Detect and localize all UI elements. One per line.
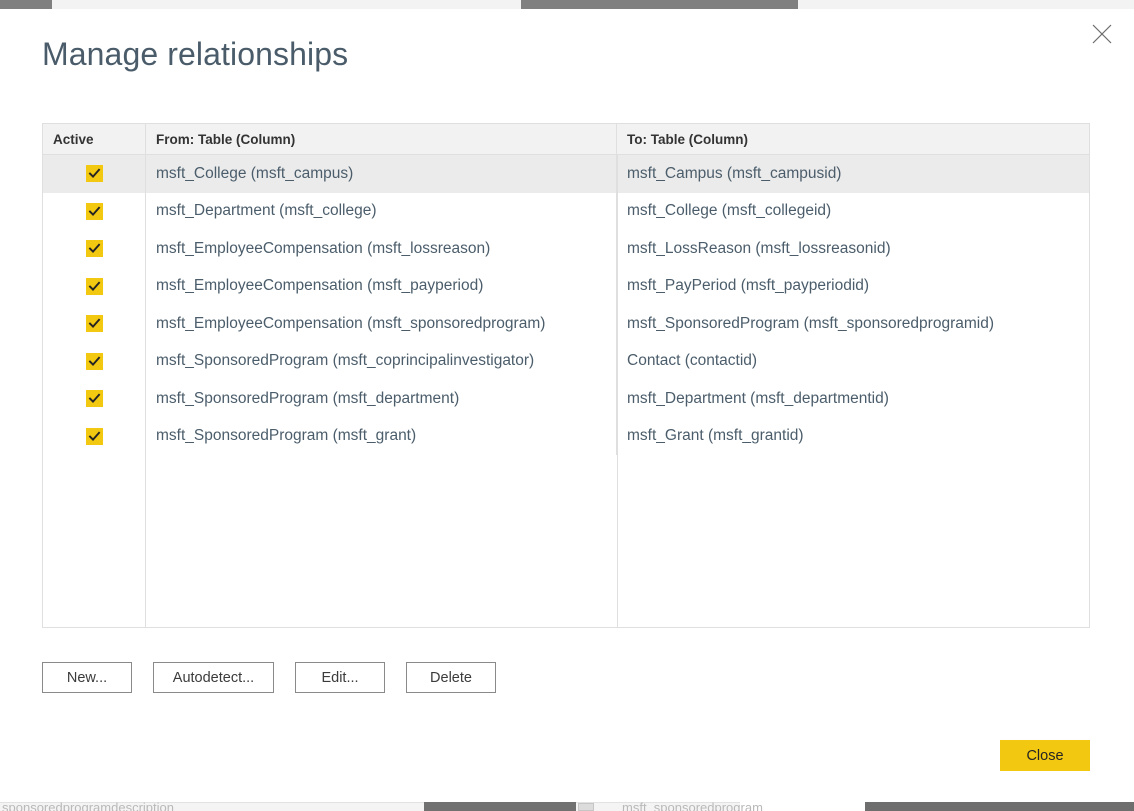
- delete-relationship-button[interactable]: Delete: [406, 662, 496, 693]
- close-button[interactable]: Close: [1000, 740, 1090, 771]
- from-table-column-cell: msft_Department (msft_college): [146, 192, 617, 230]
- to-table-column-cell: msft_SponsoredProgram (msft_sponsoredpro…: [627, 314, 994, 332]
- to-table-column-cell: msft_Department (msft_departmentid): [627, 389, 889, 407]
- column-header-from[interactable]: From: Table (Column): [146, 124, 617, 154]
- active-cell: [43, 192, 146, 230]
- background-app-top-strip: [0, 0, 1134, 9]
- background-chip: [424, 802, 576, 811]
- active-cell: [43, 305, 146, 343]
- active-checkbox[interactable]: [85, 277, 103, 295]
- table-row[interactable]: msft_SponsoredProgram (msft_coprincipali…: [43, 342, 1089, 380]
- active-checkbox[interactable]: [85, 315, 103, 333]
- from-table-column-cell: msft_SponsoredProgram (msft_coprincipali…: [146, 342, 617, 380]
- from-table-column-cell: msft_College (msft_campus): [146, 155, 617, 193]
- to-table-column-cell: Contact (contactid): [627, 352, 758, 370]
- from-table-column-cell: msft_EmployeeCompensation (msft_lossreas…: [146, 230, 617, 268]
- column-header-to[interactable]: To: Table (Column): [617, 124, 1089, 154]
- active-checkbox[interactable]: [85, 240, 103, 258]
- manage-relationships-dialog: Manage relationships Active From: Table …: [0, 9, 1134, 790]
- column-header-active[interactable]: Active: [43, 124, 146, 154]
- active-checkbox[interactable]: [85, 202, 103, 220]
- table-row[interactable]: msft_College (msft_campus) msft_Campus (…: [43, 155, 1089, 193]
- from-table-column-cell: msft_SponsoredProgram (msft_grant): [146, 417, 617, 455]
- from-table-column-cell: msft_EmployeeCompensation (msft_sponsore…: [146, 305, 617, 343]
- active-checkbox[interactable]: [85, 390, 103, 408]
- background-field-label-left: sponsoredprogramdescription: [2, 801, 174, 811]
- table-row[interactable]: msft_SponsoredProgram (msft_department) …: [43, 380, 1089, 418]
- background-app-bottom-strip: sponsoredprogramdescription msft_sponsor…: [0, 790, 1134, 811]
- table-row[interactable]: msft_EmployeeCompensation (msft_lossreas…: [43, 230, 1089, 268]
- background-field-label-right: msft_sponsoredprogram: [622, 801, 763, 811]
- active-cell: [43, 155, 146, 193]
- from-table-column-cell: msft_EmployeeCompensation (msft_payperio…: [146, 267, 617, 305]
- active-cell: [43, 380, 146, 418]
- grid-body: msft_College (msft_campus) msft_Campus (…: [43, 155, 1089, 627]
- new-relationship-button[interactable]: New...: [42, 662, 132, 693]
- table-row[interactable]: msft_EmployeeCompensation (msft_sponsore…: [43, 305, 1089, 343]
- active-cell: [43, 230, 146, 268]
- to-table-column-cell: msft_College (msft_collegeid): [627, 202, 832, 220]
- close-x-icon[interactable]: [1082, 17, 1122, 51]
- background-toolbar-segment: [0, 0, 52, 9]
- active-checkbox[interactable]: [85, 352, 103, 370]
- background-dark-bar: [865, 802, 1134, 811]
- from-table-column-cell: msft_SponsoredProgram (msft_department): [146, 380, 617, 418]
- active-cell: [43, 342, 146, 380]
- autodetect-relationships-button[interactable]: Autodetect...: [153, 662, 274, 693]
- page-title: Manage relationships: [42, 36, 349, 72]
- to-table-column-cell: msft_PayPeriod (msft_payperiodid): [627, 277, 870, 295]
- relationship-actions-toolbar: New... Autodetect... Edit... Delete: [42, 662, 496, 693]
- grid-header-row: Active From: Table (Column) To: Table (C…: [43, 124, 1089, 155]
- relationships-grid: Active From: Table (Column) To: Table (C…: [42, 123, 1090, 628]
- edit-relationship-button[interactable]: Edit...: [295, 662, 385, 693]
- to-table-column-cell: msft_LossReason (msft_lossreasonid): [627, 239, 891, 257]
- active-cell: [43, 417, 146, 455]
- table-row[interactable]: msft_Department (msft_college) msft_Coll…: [43, 192, 1089, 230]
- active-checkbox[interactable]: [85, 165, 103, 183]
- to-table-column-cell: msft_Campus (msft_campusid): [627, 164, 842, 182]
- table-row[interactable]: msft_SponsoredProgram (msft_grant) msft_…: [43, 417, 1089, 455]
- background-toolbar-segment: [521, 0, 798, 9]
- active-cell: [43, 267, 146, 305]
- table-row[interactable]: msft_EmployeeCompensation (msft_payperio…: [43, 267, 1089, 305]
- active-checkbox[interactable]: [85, 427, 103, 445]
- background-table-icon: [578, 803, 594, 811]
- to-table-column-cell: msft_Grant (msft_grantid): [627, 427, 804, 445]
